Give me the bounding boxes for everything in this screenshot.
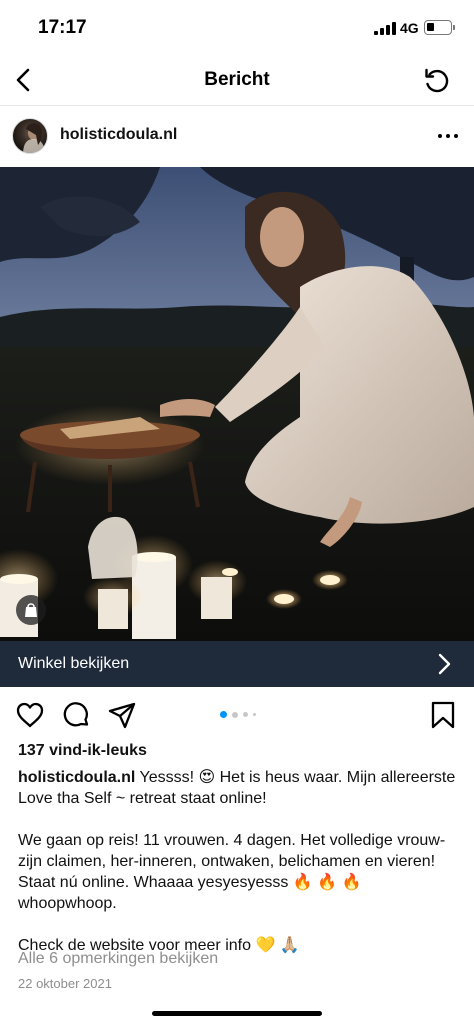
post-date: 22 oktober 2021 bbox=[18, 976, 112, 991]
carousel-dot bbox=[253, 713, 256, 716]
post-header: holisticdoula.nl bbox=[0, 106, 474, 166]
page-title: Bericht bbox=[204, 69, 270, 90]
more-options-button[interactable] bbox=[436, 124, 460, 148]
bookmark-icon bbox=[431, 701, 455, 729]
caption-username[interactable]: holisticdoula.nl bbox=[18, 769, 135, 786]
comment-icon bbox=[63, 702, 89, 727]
like-count[interactable]: 137 vind-ik-leuks bbox=[18, 742, 147, 760]
status-bar: 17:17 4G bbox=[0, 0, 474, 54]
carousel-dot bbox=[232, 711, 238, 718]
nav-bar: Bericht bbox=[0, 54, 474, 106]
view-shop-label: Winkel bekijken bbox=[18, 655, 130, 672]
view-comments-link[interactable]: Alle 6 opmerkingen bekijken bbox=[18, 950, 218, 968]
save-button[interactable] bbox=[428, 700, 458, 730]
carousel-indicator bbox=[220, 711, 280, 719]
refresh-icon bbox=[425, 68, 449, 93]
avatar[interactable] bbox=[12, 118, 48, 154]
post-caption: holisticdoula.nl Yessss! 😍 Het is heus w… bbox=[18, 767, 458, 956]
comment-button[interactable] bbox=[61, 700, 91, 730]
like-button[interactable] bbox=[15, 700, 45, 730]
network-label: 4G bbox=[400, 20, 419, 36]
view-shop-bar[interactable]: Winkel bekijken bbox=[0, 641, 474, 687]
caption-text-2: We gaan op reis! 11 vrouwen. 4 dagen. He… bbox=[18, 832, 446, 912]
home-indicator bbox=[152, 1011, 322, 1016]
carousel-dot bbox=[243, 712, 248, 717]
shopping-bag-icon[interactable] bbox=[16, 595, 46, 625]
post-username[interactable]: holisticdoula.nl bbox=[60, 126, 177, 144]
chevron-right-icon bbox=[432, 652, 456, 676]
post-photo[interactable] bbox=[0, 167, 474, 641]
more-horizontal-icon bbox=[438, 134, 458, 138]
carousel-dot bbox=[220, 711, 227, 718]
refresh-button[interactable] bbox=[420, 64, 454, 98]
signal-icon bbox=[374, 22, 396, 35]
heart-icon bbox=[16, 702, 44, 728]
post-actions bbox=[0, 690, 474, 738]
share-button[interactable] bbox=[107, 700, 137, 730]
battery-icon bbox=[424, 20, 452, 35]
status-time: 17:17 bbox=[38, 17, 87, 38]
send-icon bbox=[108, 702, 136, 729]
